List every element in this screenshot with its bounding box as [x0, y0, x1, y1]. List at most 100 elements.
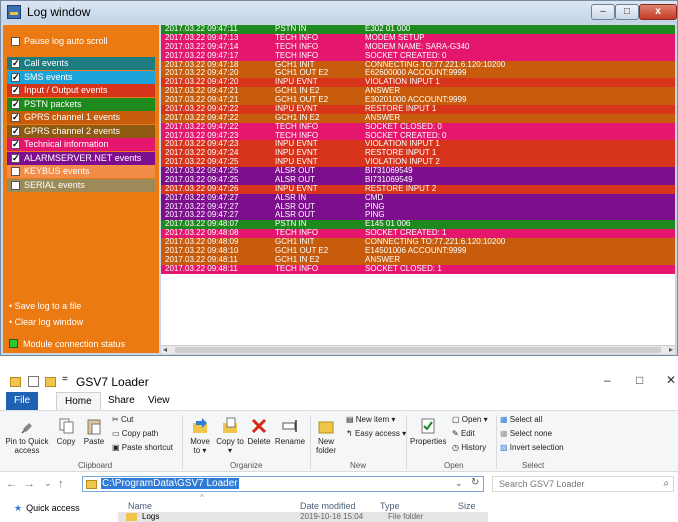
column-size-header[interactable]: Size [458, 501, 476, 511]
cut-button[interactable]: ✂ Cut [112, 415, 133, 424]
category-checkbox[interactable]: GPRS channel 2 events [7, 124, 155, 138]
pin-quick-access-button[interactable]: Pin to Quick access [4, 417, 50, 455]
select-group-label: Select [522, 461, 545, 470]
log-row[interactable]: 2017.03.22 09:47:22 INPU EVNT RESTORE INPU… [161, 104, 675, 114]
forward-arrow-icon[interactable]: → [24, 478, 35, 490]
tab-view[interactable]: View [140, 392, 178, 410]
log-row[interactable]: 2017.03.22 09:47:25 ALSR OUT BI731069549 [161, 166, 675, 176]
close-button[interactable]: x [639, 4, 677, 20]
address-bar-row: ← → ⌄ ↑ C:\ProgramData\GSV7 Loader ⌄ ↻ S… [0, 475, 678, 495]
category-checkbox[interactable]: KEYBUS events [7, 165, 155, 178]
copy-to-button[interactable]: Copy to ▾ [216, 417, 244, 455]
category-label: ALARMSERVER.NET events [24, 152, 142, 163]
file-row[interactable]: Logs 2019-10-16 15:04 File folder [118, 512, 488, 522]
open-button[interactable]: ▢ Open ▾ [452, 415, 488, 424]
category-checkbox[interactable]: Call events [7, 57, 155, 70]
log-row[interactable]: 2017.03.22 09:48:10 GCH1 OUT E2 E14501006 … [161, 246, 675, 256]
minimize-button[interactable]: – [591, 4, 615, 20]
log-row[interactable]: 2017.03.22 09:47:27 ALSR IN CMD [161, 193, 675, 203]
address-dropdown-icon[interactable]: ⌄ [455, 478, 463, 489]
nav-quick-access[interactable]: ★ Quick access [14, 503, 80, 514]
file-name: Logs [142, 512, 160, 521]
maximize-button[interactable]: □ [615, 4, 639, 20]
log-row[interactable]: 2017.03.22 09:48:11 TECH INFO SOCKET CLOSE… [161, 263, 675, 274]
category-checkbox[interactable]: GPRS channel 1 events [7, 111, 155, 124]
properties-button[interactable]: Properties [410, 417, 446, 446]
column-name-header[interactable]: Name [128, 501, 152, 511]
explorer-minimize-button[interactable]: – [604, 373, 611, 387]
refresh-icon[interactable]: ↻ [471, 477, 479, 488]
paste-shortcut-button[interactable]: ▣ Paste shortcut [112, 443, 173, 452]
new-item-button[interactable]: ▤ New item ▾ [346, 415, 395, 424]
checkbox-icon [11, 84, 20, 97]
delete-button[interactable]: Delete [246, 417, 272, 446]
address-path[interactable]: C:\ProgramData\GSV7 Loader [101, 478, 239, 489]
scroll-right-icon[interactable]: ▸ [669, 345, 673, 354]
explorer-close-button[interactable]: ✕ [666, 373, 676, 387]
paste-button[interactable]: Paste [80, 417, 108, 446]
tab-home[interactable]: Home [56, 392, 101, 410]
copy-path-button[interactable]: ▭ Copy path [112, 429, 158, 438]
edit-button[interactable]: ✎ Edit [452, 429, 475, 438]
log-window-titlebar[interactable]: Log window – □ x [1, 1, 677, 23]
log-grid[interactable]: 2017.03.22 09:47:11 PSTN IN E302 01 000 201… [161, 25, 675, 345]
copy-to-icon [223, 417, 237, 433]
copy-button[interactable]: Copy [54, 417, 78, 446]
properties-qa-icon[interactable] [28, 376, 39, 387]
category-checkbox[interactable]: Technical information [7, 138, 155, 151]
address-input[interactable]: C:\ProgramData\GSV7 Loader ⌄ ↻ [82, 476, 484, 492]
log-row[interactable]: 2017.03.22 09:47:25 INPU EVNT VIOLATION IN… [161, 157, 675, 167]
category-checkbox[interactable]: ALARMSERVER.NET events [7, 151, 155, 165]
explorer-titlebar[interactable]: = GSV7 Loader – □ ✕ [0, 370, 678, 392]
checkbox-icon [11, 138, 20, 151]
category-checkbox[interactable]: PSTN packets [7, 97, 155, 111]
tab-share[interactable]: Share [100, 392, 143, 410]
history-button[interactable]: ◷ History [452, 443, 486, 452]
search-placeholder: Search GSV7 Loader [499, 479, 585, 489]
category-checkbox[interactable]: Input / Output events [7, 84, 155, 97]
tab-file[interactable]: File [6, 392, 39, 410]
log-row[interactable]: 2017.03.22 09:47:27 ALSR OUT PING [161, 202, 675, 212]
invert-selection-button[interactable]: ▧ Invert selection [500, 443, 564, 452]
scissors-icon: ✂ [112, 415, 121, 424]
pause-autoscroll-checkbox[interactable]: Pause log auto scroll [7, 35, 155, 48]
clear-log-link[interactable]: • Clear log window [9, 317, 83, 327]
category-label: GPRS channel 2 events [24, 125, 121, 136]
column-date-header[interactable]: Date modified [300, 501, 356, 511]
scroll-left-icon[interactable]: ◂ [163, 345, 167, 354]
move-to-button[interactable]: Move to ▾ [186, 417, 214, 455]
select-none-icon: ▦ [500, 429, 510, 438]
explorer-title: GSV7 Loader [76, 375, 149, 389]
scroll-thumb[interactable] [175, 347, 661, 353]
category-checkbox[interactable]: SMS events [7, 70, 155, 84]
category-checkbox[interactable]: SERIAL events [7, 178, 155, 192]
horizontal-scrollbar[interactable]: ◂ ▸ [161, 345, 675, 354]
select-none-button[interactable]: ▦ Select none [500, 429, 552, 438]
back-arrow-icon[interactable]: ← [6, 478, 17, 490]
pause-autoscroll-label: Pause log auto scroll [24, 36, 108, 46]
up-arrow-icon[interactable]: ↑ [58, 478, 64, 490]
recent-locations-icon[interactable]: ⌄ [44, 478, 52, 489]
folder-icon [86, 480, 97, 489]
open-group-label: Open [444, 461, 464, 470]
app-icon [7, 5, 21, 19]
select-all-icon: ▦ [500, 415, 510, 424]
qa-toolbar-dropdown[interactable]: = [62, 374, 68, 385]
easy-access-button[interactable]: ↰ Easy access ▾ [346, 429, 406, 438]
save-log-link[interactable]: • Save log to a file [9, 301, 81, 311]
new-folder-button[interactable]: New folder [312, 417, 340, 455]
checkbox-icon [11, 37, 20, 46]
log-row[interactable]: 2017.03.22 09:47:20 INPU EVNT VIOLATION IN… [161, 77, 675, 88]
edit-icon: ✎ [452, 429, 461, 438]
log-row[interactable]: 2017.03.22 09:47:26 INPU EVNT RESTORE INPU… [161, 184, 675, 194]
log-type: TECH INFO [275, 263, 319, 273]
search-input[interactable]: Search GSV7 Loader ⌕ [492, 476, 674, 492]
new-folder-qa-icon[interactable] [45, 377, 56, 387]
star-icon: ★ [14, 503, 23, 513]
column-type-header[interactable]: Type [380, 501, 400, 511]
open-icon: ▢ [452, 415, 462, 424]
log-row[interactable]: 2017.03.22 09:47:27 ALSR OUT PING [161, 210, 675, 221]
explorer-maximize-button[interactable]: □ [636, 373, 643, 387]
select-all-button[interactable]: ▦ Select all [500, 415, 542, 424]
rename-button[interactable]: Rename [274, 417, 306, 446]
